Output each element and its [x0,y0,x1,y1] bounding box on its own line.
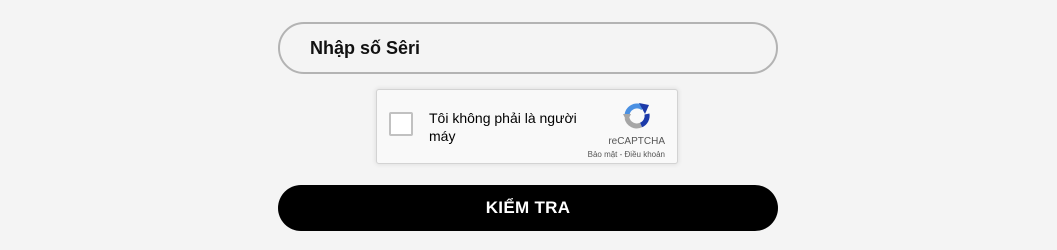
terms-link[interactable]: Điều khoản [625,150,665,159]
check-button[interactable]: KIỂM TRA [278,185,778,231]
serial-number-input[interactable] [278,22,778,74]
recaptcha-label: Tôi không phải là người máy [429,110,577,144]
recaptcha-links: Bảo mật - Điều khoản [588,150,665,159]
recaptcha-checkbox[interactable] [389,112,413,136]
recaptcha-widget: Tôi không phải là người máy reCAPTCHA Bả… [376,89,678,164]
recaptcha-brand: reCAPTCHA [608,136,665,147]
recaptcha-logo-icon [623,103,650,129]
privacy-link[interactable]: Bảo mật [588,150,618,159]
link-separator: - [617,150,625,159]
